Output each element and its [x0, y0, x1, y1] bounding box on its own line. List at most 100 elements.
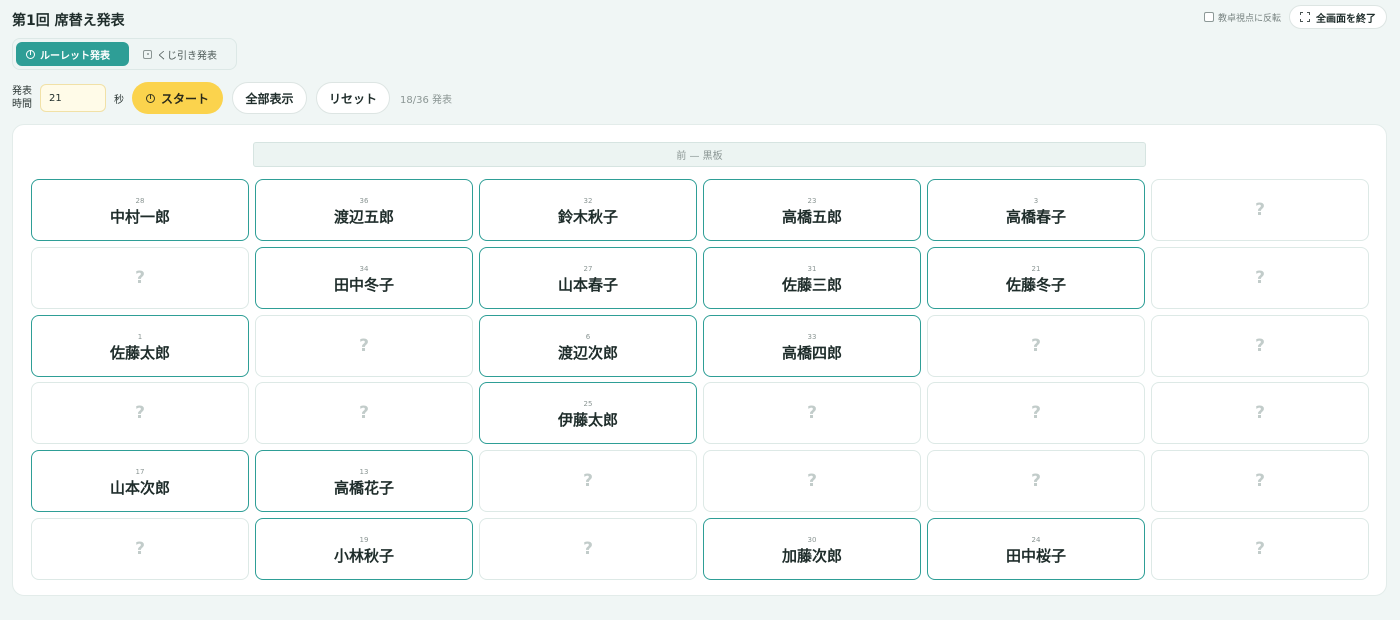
hidden-mark: ?	[1031, 403, 1041, 423]
hidden-seat-card[interactable]: ?	[31, 518, 249, 580]
hidden-mark: ?	[135, 403, 145, 423]
time-label-line-2: 時間	[12, 99, 32, 110]
student-name: 伊藤太郎	[557, 411, 618, 429]
seat-number: 30	[807, 536, 817, 544]
seat-card[interactable]: 21 佐藤冬子	[927, 247, 1145, 309]
hidden-seat-card[interactable]: ?	[479, 518, 697, 580]
seat-card[interactable]: 19 小林秋子	[255, 518, 473, 580]
seat-card[interactable]: 1 佐藤太郎	[31, 315, 249, 377]
hidden-mark: ?	[583, 539, 593, 559]
time-label-line-1: 発表	[12, 86, 32, 97]
hidden-mark: ?	[1255, 268, 1265, 288]
seat-card[interactable]: 17 山本次郎	[31, 450, 249, 512]
announce-controls: 発表 時間 21 秒 スタート 全部表示 リセット 18/36 発表	[12, 82, 452, 114]
roulette-icon	[145, 93, 155, 103]
hidden-mark: ?	[807, 471, 817, 491]
hidden-seat-card[interactable]: ?	[1151, 179, 1369, 241]
hidden-seat-card[interactable]: ?	[1151, 518, 1369, 580]
seat-card[interactable]: 34 田中冬子	[255, 247, 473, 309]
student-name: 佐藤冬子	[1005, 276, 1066, 294]
seat-number: 27	[583, 265, 593, 273]
time-label: 発表 時間	[12, 85, 36, 111]
hidden-seat-card[interactable]: ?	[1151, 450, 1369, 512]
hidden-mark: ?	[135, 268, 145, 288]
fullscreen-icon	[1300, 12, 1310, 22]
seat-card[interactable]: 24 田中桜子	[927, 518, 1145, 580]
dice-icon	[143, 49, 152, 59]
hidden-seat-card[interactable]: ?	[927, 382, 1145, 444]
student-name: 高橋春子	[1005, 208, 1066, 226]
hidden-mark: ?	[359, 403, 369, 423]
hidden-seat-card[interactable]: ?	[927, 315, 1145, 377]
roulette-icon	[26, 49, 35, 59]
student-name: 田中冬子	[333, 276, 394, 294]
seat-card[interactable]: 13 高橋花子	[255, 450, 473, 512]
student-name: 渡辺五郎	[333, 208, 394, 226]
hidden-seat-card[interactable]: ?	[703, 382, 921, 444]
hidden-seat-card[interactable]: ?	[1151, 247, 1369, 309]
seat-card[interactable]: 33 高橋四郎	[703, 315, 921, 377]
seat-number: 33	[807, 333, 817, 341]
seat-number: 3	[1033, 197, 1039, 205]
flip-view-toggle[interactable]: 教卓視点に反転	[1203, 11, 1281, 24]
seat-number: 24	[1031, 536, 1041, 544]
start-button[interactable]: スタート	[132, 82, 223, 114]
hidden-seat-card[interactable]: ?	[1151, 382, 1369, 444]
hidden-seat-card[interactable]: ?	[31, 247, 249, 309]
student-name: 高橋花子	[333, 479, 394, 497]
seat-card[interactable]: 32 鈴木秋子	[479, 179, 697, 241]
hidden-mark: ?	[1031, 336, 1041, 356]
seat-card[interactable]: 3 高橋春子	[927, 179, 1145, 241]
seat-card[interactable]: 25 伊藤太郎	[479, 382, 697, 444]
seat-card[interactable]: 36 渡辺五郎	[255, 179, 473, 241]
tab-roulette[interactable]: ルーレット発表	[16, 42, 129, 66]
seat-card[interactable]: 28 中村一郎	[31, 179, 249, 241]
flip-view-checkbox[interactable]	[1203, 12, 1214, 22]
hidden-seat-card[interactable]: ?	[927, 450, 1145, 512]
hidden-mark: ?	[359, 336, 369, 356]
student-name: 鈴木秋子	[557, 208, 618, 226]
hidden-seat-card[interactable]: ?	[479, 450, 697, 512]
student-name: 山本春子	[557, 276, 618, 294]
flip-view-label: 教卓視点に反転	[1217, 13, 1281, 24]
seat-card[interactable]: 27 山本春子	[479, 247, 697, 309]
seat-card[interactable]: 31 佐藤三郎	[703, 247, 921, 309]
hidden-mark: ?	[1255, 403, 1265, 423]
hidden-seat-card[interactable]: ?	[703, 450, 921, 512]
student-name: 高橋四郎	[781, 344, 842, 362]
tab-lottery[interactable]: くじ引き発表	[133, 42, 227, 66]
seat-number: 21	[1031, 265, 1041, 273]
hidden-mark: ?	[135, 539, 145, 559]
top-right-controls: 教卓視点に反転 全画面を終了	[1203, 5, 1387, 29]
hidden-seat-card[interactable]: ?	[255, 382, 473, 444]
hidden-mark: ?	[1255, 471, 1265, 491]
mode-tabs: ルーレット発表 くじ引き発表	[12, 38, 237, 70]
seat-number: 13	[359, 468, 369, 476]
hidden-seat-card[interactable]: ?	[255, 315, 473, 377]
exit-fullscreen-button[interactable]: 全画面を終了	[1289, 5, 1387, 29]
blackboard-label: 前 — 黒板	[253, 142, 1146, 167]
reset-button[interactable]: リセット	[316, 82, 390, 114]
hidden-mark: ?	[583, 471, 593, 491]
student-name: 中村一郎	[109, 208, 170, 226]
seat-number: 31	[807, 265, 817, 273]
show-all-button[interactable]: 全部表示	[232, 82, 307, 114]
seat-card[interactable]: 23 高橋五郎	[703, 179, 921, 241]
seat-number: 28	[135, 197, 145, 205]
student-name: 佐藤太郎	[109, 344, 170, 362]
student-name: 渡辺次郎	[557, 344, 618, 362]
seating-board: 前 — 黒板 28 中村一郎 36 渡辺五郎 32 鈴木秋子 23 高橋五郎 3 高橋春子?? 34…	[12, 124, 1387, 596]
hidden-mark: ?	[1255, 200, 1265, 220]
seat-number: 25	[583, 400, 593, 408]
seat-number: 19	[359, 536, 369, 544]
page-title: 第1回 席替え発表	[12, 13, 125, 29]
student-name: 田中桜子	[1005, 547, 1066, 565]
seat-card[interactable]: 30 加藤次郎	[703, 518, 921, 580]
seat-number: 6	[585, 333, 591, 341]
seat-number: 1	[137, 333, 143, 341]
tab-lottery-label: くじ引き発表	[157, 50, 217, 62]
time-input[interactable]: 21	[40, 84, 106, 112]
seat-card[interactable]: 6 渡辺次郎	[479, 315, 697, 377]
hidden-seat-card[interactable]: ?	[1151, 315, 1369, 377]
hidden-seat-card[interactable]: ?	[31, 382, 249, 444]
